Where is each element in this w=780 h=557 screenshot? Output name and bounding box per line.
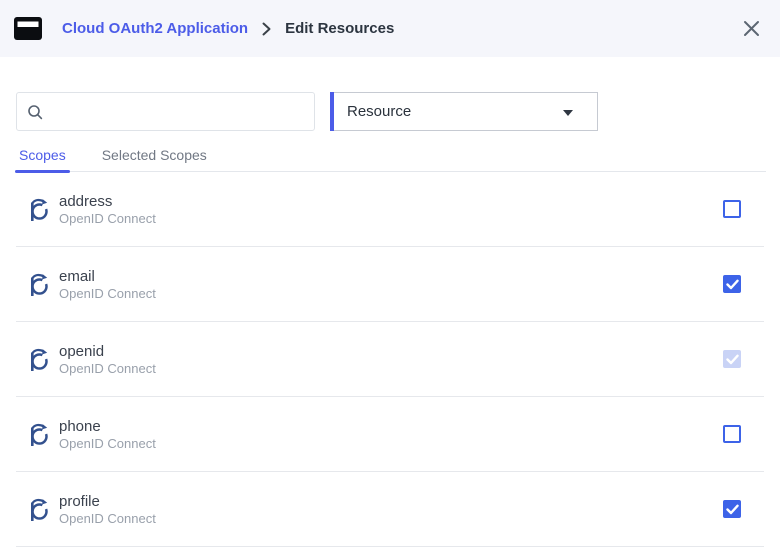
openid-connect-icon (29, 346, 51, 373)
scope-checkbox[interactable] (723, 275, 741, 293)
scope-row: address OpenID Connect (16, 172, 764, 247)
scope-protocol: OpenID Connect (59, 286, 156, 302)
search-input[interactable] (51, 93, 314, 130)
tab-selected-scopes[interactable]: Selected Scopes (98, 140, 211, 171)
breadcrumb-current-page: Edit Resources (285, 20, 394, 37)
scope-name: phone (59, 417, 156, 436)
close-icon[interactable] (740, 18, 762, 40)
openid-connect-icon (29, 196, 51, 223)
scopes-tabbar: Scopes Selected Scopes (15, 140, 766, 172)
scope-text: phone OpenID Connect (59, 417, 156, 452)
dialog-header: Cloud OAuth2 Application Edit Resources (0, 0, 780, 57)
scope-row: email OpenID Connect (16, 247, 764, 322)
scope-name: email (59, 267, 156, 286)
scope-name: openid (59, 342, 156, 361)
scope-search-box (16, 92, 315, 131)
resource-filter-dropdown[interactable]: Resource (330, 92, 598, 131)
scope-text: profile OpenID Connect (59, 492, 156, 527)
scope-text: openid OpenID Connect (59, 342, 156, 377)
checkmark-icon (726, 504, 739, 515)
breadcrumb-parent-link[interactable]: Cloud OAuth2 Application (62, 20, 248, 37)
openid-connect-icon (29, 496, 51, 523)
scope-row: phone OpenID Connect (16, 397, 764, 472)
scope-text: email OpenID Connect (59, 267, 156, 302)
scopes-list: address OpenID Connect email OpenID Conn… (16, 172, 764, 547)
scope-row: openid OpenID Connect (16, 322, 764, 397)
checkmark-icon (726, 354, 739, 365)
scope-protocol: OpenID Connect (59, 361, 156, 377)
scope-name: profile (59, 492, 156, 511)
scope-checkbox (723, 350, 741, 368)
scope-protocol: OpenID Connect (59, 211, 156, 227)
breadcrumb-chevron-right-icon (261, 22, 272, 36)
scope-text: address OpenID Connect (59, 192, 156, 227)
openid-connect-icon (29, 421, 51, 448)
checkmark-icon (726, 279, 739, 290)
caret-down-icon (563, 110, 573, 116)
edit-resources-dialog: Cloud OAuth2 Application Edit Resources … (0, 0, 780, 557)
openid-connect-icon (29, 271, 51, 298)
scope-checkbox[interactable] (723, 425, 741, 443)
scope-checkbox[interactable] (723, 200, 741, 218)
scope-name: address (59, 192, 156, 211)
scope-protocol: OpenID Connect (59, 511, 156, 527)
scope-row: profile OpenID Connect (16, 472, 764, 547)
tab-scopes[interactable]: Scopes (15, 140, 70, 171)
resource-filter-value: Resource (347, 103, 411, 120)
application-window-icon (14, 17, 42, 41)
scope-protocol: OpenID Connect (59, 436, 156, 452)
search-icon (27, 104, 43, 120)
scope-checkbox[interactable] (723, 500, 741, 518)
